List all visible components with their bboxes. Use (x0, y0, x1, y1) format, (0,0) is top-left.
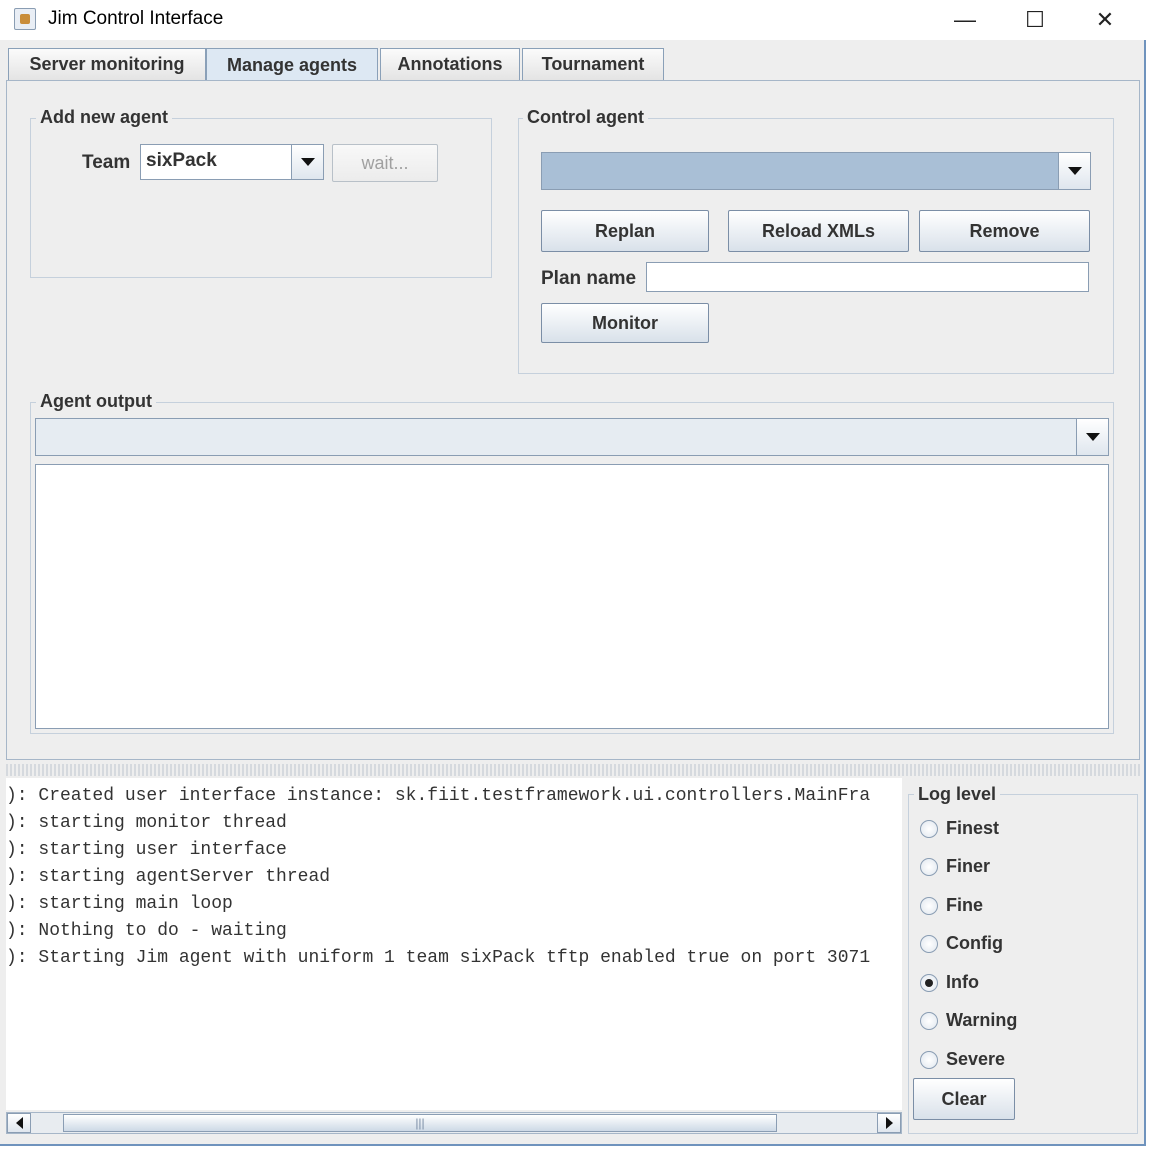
tab-annotations[interactable]: Annotations (380, 48, 520, 80)
radio-button[interactable] (920, 858, 938, 876)
radio-label: Finest (946, 818, 1000, 838)
agent-output-select[interactable] (35, 418, 1109, 456)
window-title: Jim Control Interface (48, 8, 224, 29)
scroll-thumb[interactable]: ||| (63, 1114, 777, 1132)
radio-config[interactable]: Config (920, 933, 1100, 957)
triangle-right-icon (885, 1117, 893, 1129)
scroll-right-button[interactable] (877, 1113, 901, 1133)
close-button[interactable]: ✕ (1070, 0, 1140, 40)
radio-finest[interactable]: Finest (920, 818, 1100, 842)
title-bar: Jim Control Interface — ☐ ✕ (0, 0, 1146, 40)
wait-button[interactable]: wait... (332, 144, 438, 182)
chevron-down-icon (300, 158, 315, 166)
radio-label: Info (946, 972, 979, 992)
split-pane-divider[interactable] (6, 764, 1140, 776)
chevron-down-icon (1085, 433, 1100, 441)
monitor-button[interactable]: Monitor (541, 303, 709, 343)
replan-button[interactable]: Replan (541, 210, 709, 252)
tab-tournament[interactable]: Tournament (522, 48, 664, 80)
log-line: ): Starting Jim agent with uniform 1 tea… (6, 948, 871, 968)
log-horizontal-scrollbar[interactable]: ||| (6, 1112, 902, 1134)
radio-fine[interactable]: Fine (920, 895, 1100, 919)
agent-output-legend: Agent output (36, 391, 156, 412)
maximize-button[interactable]: ☐ (1000, 0, 1070, 40)
radio-label: Fine (946, 895, 984, 915)
log-line: ): starting main loop (6, 894, 233, 914)
log-line: ): starting agentServer thread (6, 867, 331, 887)
tab-server-monitoring[interactable]: Server monitoring (8, 48, 206, 80)
radio-label: Config (946, 933, 1003, 953)
radio-label: Warning (946, 1010, 1018, 1030)
scroll-left-button[interactable] (7, 1113, 31, 1133)
radio-button[interactable] (920, 935, 938, 953)
java-app-icon (14, 8, 36, 30)
agent-output-dropdown-arrow[interactable] (1076, 419, 1108, 455)
radio-button[interactable] (920, 820, 938, 838)
clear-button[interactable]: Clear (913, 1078, 1015, 1120)
log-line: ): Created user interface instance: sk.f… (6, 786, 871, 806)
log-line: ): starting monitor thread (6, 813, 287, 833)
radio-warning[interactable]: Warning (920, 1010, 1100, 1034)
chevron-down-icon (1067, 167, 1082, 175)
radio-info[interactable]: Info (920, 972, 1100, 996)
add-agent-group (30, 118, 492, 278)
radio-label: Finer (946, 856, 991, 876)
radio-button[interactable] (920, 897, 938, 915)
radio-severe[interactable]: Severe (920, 1049, 1100, 1073)
plan-name-label: Plan name (541, 268, 637, 289)
agent-dropdown-arrow[interactable] (1058, 153, 1090, 189)
triangle-left-icon (15, 1117, 23, 1129)
radio-button[interactable] (920, 1012, 938, 1030)
log-line: ): Nothing to do - waiting (6, 921, 287, 941)
reload-xmls-button[interactable]: Reload XMLs (728, 210, 909, 252)
control-agent-legend: Control agent (523, 107, 648, 128)
tab-manage-agents[interactable]: Manage agents (206, 48, 378, 82)
team-select[interactable]: sixPack (140, 144, 324, 180)
radio-button[interactable] (920, 1051, 938, 1069)
log-text-area[interactable]: ): Created user interface instance: sk.f… (6, 778, 902, 1110)
radio-finer[interactable]: Finer (920, 856, 1100, 880)
plan-name-input[interactable] (646, 262, 1089, 292)
radio-label: Severe (946, 1049, 1006, 1069)
agent-output-textarea[interactable] (35, 464, 1109, 729)
add-agent-legend: Add new agent (36, 107, 173, 128)
log-level-legend: Log level (914, 784, 1001, 805)
team-dropdown-arrow[interactable] (291, 145, 323, 179)
agent-select[interactable] (541, 152, 1091, 190)
minimize-button[interactable]: — (930, 0, 1000, 40)
radio-button-selected[interactable] (920, 974, 938, 992)
team-label: Team (82, 152, 131, 173)
team-select-value: sixPack (146, 150, 217, 171)
remove-button[interactable]: Remove (919, 210, 1090, 252)
log-line: ): starting user interface (6, 840, 287, 860)
